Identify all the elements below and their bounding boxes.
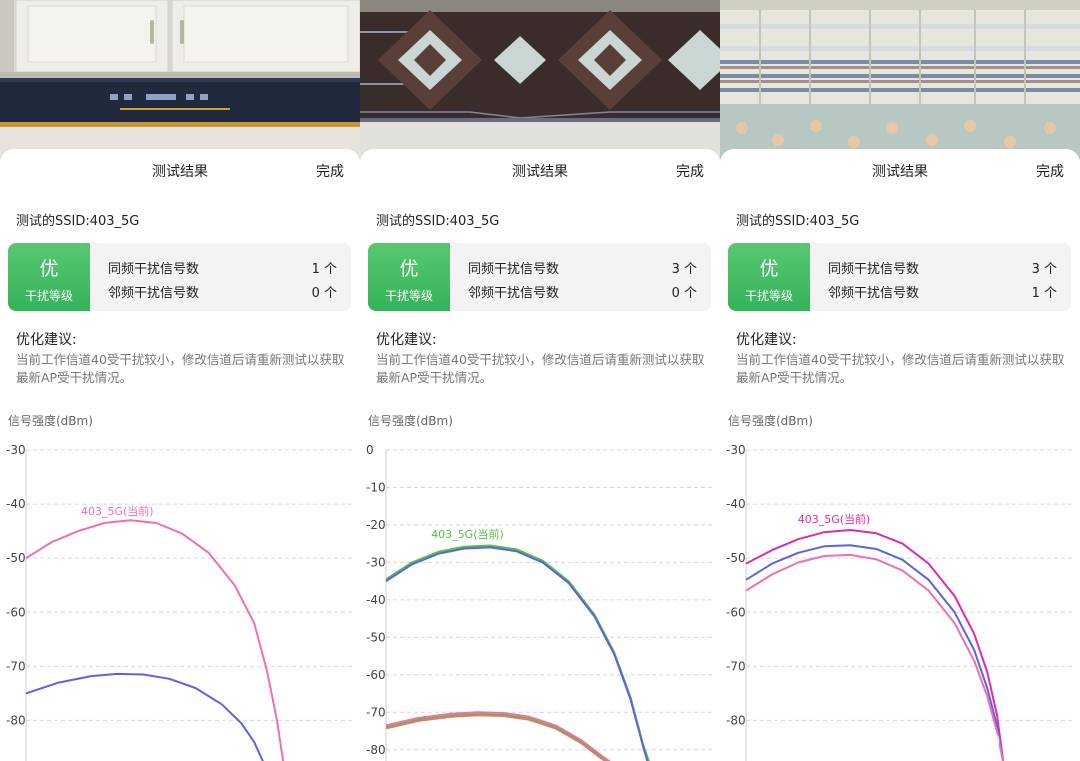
signal-curve	[745, 544, 1005, 761]
grade-value: 优	[39, 258, 59, 280]
current-ap-label: 403_5G(当前)	[431, 527, 504, 541]
ssid-label: 测试的SSID:403_5G	[736, 214, 860, 229]
signal-curve	[25, 519, 285, 761]
striped-curtain-photo	[720, 0, 1080, 160]
result-panel-3: 测试结果 完成 测试的SSID:403_5G 优 干扰等级 同频干扰信号数 3 …	[720, 0, 1080, 761]
y-tick-label: -40	[366, 593, 386, 607]
co-channel-count: 3 个	[1031, 262, 1057, 277]
y-tick-label: -30	[726, 443, 746, 457]
y-tick-label: -70	[6, 659, 26, 673]
watermark-text: 什么值得买	[1002, 733, 1068, 749]
result-panel-2: 测试结果 完成 测试的SSID:403_5G 优 干扰等级 同频干扰信号数 3 …	[360, 0, 720, 761]
diamond-tile-photo	[360, 0, 720, 160]
current-ap-label: 403_5G(当前)	[798, 512, 871, 526]
y-tick-label: -20	[366, 518, 386, 532]
adjacent-channel-count: 0 个	[671, 286, 697, 301]
sheet-title: 测试结果	[872, 164, 928, 180]
co-channel-label: 同频干扰信号数	[468, 262, 560, 277]
ssid-label: 测试的SSID:403_5G	[376, 214, 500, 229]
y-tick-label: -60	[726, 605, 746, 619]
y-tick-label: -40	[6, 497, 26, 511]
grade-value: 优	[759, 258, 779, 280]
y-tick-label: -80	[6, 713, 26, 727]
signal-curve	[385, 544, 650, 761]
y-axis-label: 信号强度(dBm)	[728, 413, 813, 428]
co-channel-count: 3 个	[671, 262, 697, 277]
y-tick-label: -50	[366, 630, 386, 644]
co-channel-label: 同频干扰信号数	[108, 262, 200, 277]
signal-curve	[745, 553, 1004, 761]
done-button[interactable]: 完成	[1036, 161, 1064, 181]
adjacent-channel-count: 1 个	[1031, 286, 1057, 301]
y-tick-label: -30	[6, 443, 26, 457]
advice-text: 当前工作信道40受干扰较小，修改信道后请重新测试以获取最新AP受干扰情况。	[736, 352, 1065, 385]
y-tick-label: -80	[366, 743, 386, 757]
y-tick-label: 0	[366, 443, 374, 457]
done-button[interactable]: 完成	[676, 161, 704, 181]
y-axis-label: 信号强度(dBm)	[8, 413, 93, 428]
adjacent-channel-label: 邻频干扰信号数	[468, 286, 560, 301]
site-watermark: 值什么值得买	[978, 730, 1068, 751]
interference-grade-badge: 优 干扰等级	[8, 243, 90, 311]
done-button[interactable]: 完成	[316, 161, 344, 181]
y-tick-label: -70	[726, 659, 746, 673]
y-tick-label: -70	[366, 705, 386, 719]
grade-value: 优	[399, 258, 419, 280]
sheet-title: 测试结果	[512, 164, 568, 180]
sheet-title: 测试结果	[152, 164, 208, 180]
advice-text: 当前工作信道40受干扰较小，修改信道后请重新测试以获取最新AP受干扰情况。	[376, 352, 705, 385]
advice-title: 优化建议:	[376, 332, 437, 348]
interference-card: 优 干扰等级 同频干扰信号数 3 个 邻频干扰信号数 1 个	[728, 243, 1071, 311]
signal-curve	[745, 529, 1005, 761]
interference-card: 优 干扰等级 同频干扰信号数 3 个 邻频干扰信号数 0 个	[368, 243, 711, 311]
advice-text: 当前工作信道40受干扰较小，修改信道后请重新测试以获取最新AP受干扰情况。	[16, 352, 345, 385]
co-channel-count: 1 个	[311, 262, 337, 277]
interference-card: 优 干扰等级 同频干扰信号数 1 个 邻频干扰信号数 0 个	[8, 243, 351, 311]
y-tick-label: -60	[366, 668, 386, 682]
co-channel-label: 同频干扰信号数	[828, 262, 920, 277]
advice-title: 优化建议:	[16, 332, 77, 348]
signal-strength-chart: 信号强度(dBm) 0 -10 -20 -30 -40 -50 -60 -70 -80 403_5G…	[366, 413, 712, 761]
interference-grade-badge: 优 干扰等级	[368, 243, 450, 311]
adjacent-channel-label: 邻频干扰信号数	[828, 286, 920, 301]
signal-strength-chart: 信号强度(dBm) -30 -40 -50 -60 -70 -80 403_5G(当前)	[6, 413, 352, 761]
adjacent-channel-label: 邻频干扰信号数	[108, 286, 200, 301]
adjacent-channel-count: 0 个	[311, 286, 337, 301]
advice-title: 优化建议:	[736, 332, 797, 348]
y-tick-label: -40	[726, 497, 746, 511]
current-ap-label: 403_5G(当前)	[81, 504, 154, 518]
signal-curve	[385, 546, 649, 761]
y-axis-label: 信号强度(dBm)	[368, 413, 453, 428]
result-panel-1: 测试结果 完成 测试的SSID:403_5G 优 干扰等级 同频干扰信号数 1 …	[0, 0, 360, 761]
y-tick-label: -30	[366, 555, 386, 569]
grade-label: 干扰等级	[24, 289, 73, 303]
y-tick-label: -80	[726, 713, 746, 727]
y-tick-label: -60	[6, 605, 26, 619]
y-tick-label: -50	[6, 551, 26, 565]
signal-strength-chart: 信号强度(dBm) -30 -40 -50 -60 -70 -80 403_5G(当前)	[726, 413, 1072, 761]
grade-label: 干扰等级	[744, 289, 793, 303]
ssid-label: 测试的SSID:403_5G	[16, 214, 140, 229]
zhi-icon: 值	[978, 731, 999, 751]
interference-grade-badge: 优 干扰等级	[728, 243, 810, 311]
signal-curve	[25, 672, 264, 761]
y-tick-label: -50	[726, 551, 746, 565]
kitchen-range-hood-photo	[0, 0, 360, 160]
grade-label: 干扰等级	[384, 289, 433, 303]
y-tick-label: -10	[366, 480, 386, 494]
